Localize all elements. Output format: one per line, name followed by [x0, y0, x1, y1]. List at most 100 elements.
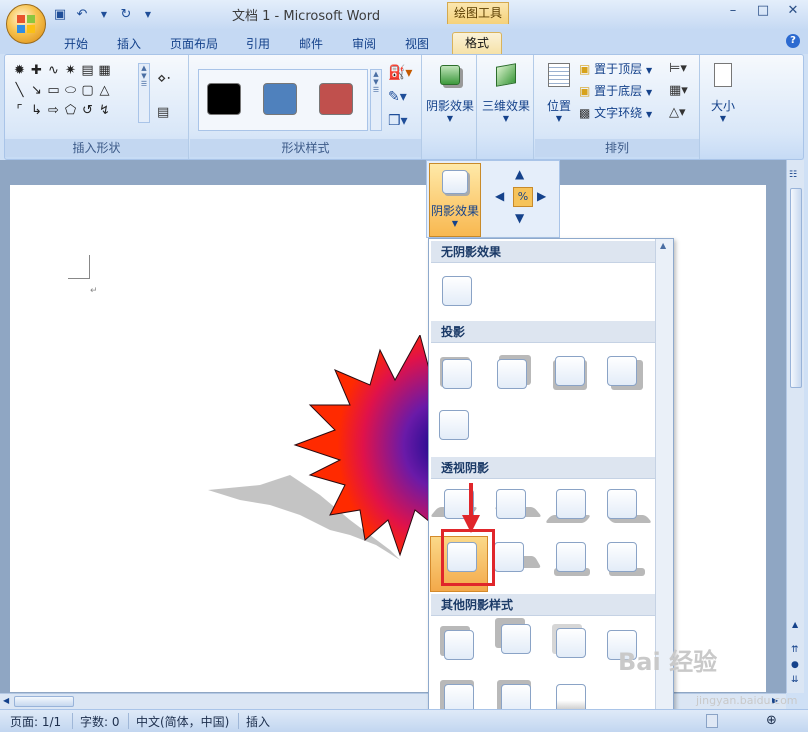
horizontal-scroll-thumb[interactable] [14, 696, 74, 707]
shadow-option-drop-3[interactable] [551, 352, 587, 390]
shadow-option-other-1[interactable] [440, 626, 476, 660]
shape-chevron-icon[interactable]: ↺ [79, 103, 96, 119]
shadow-effects-dropdown-label: 阴影效果 [430, 204, 479, 218]
align-icon[interactable]: ⊨▾ [669, 61, 687, 76]
style-gallery-scroll[interactable]: ▲ ▼ ☰ [370, 69, 382, 131]
shadow-option-persp-8[interactable] [603, 538, 645, 576]
shape-vertical-textbox-icon[interactable]: ▦ [96, 63, 113, 79]
tab-page-layout[interactable]: 页面布局 [170, 34, 218, 54]
shape-block-arrow-icon[interactable]: ⇨ [45, 103, 62, 119]
save-icon[interactable]: ▣ [52, 7, 68, 23]
shape-rounded-rect-icon[interactable]: ▢ [79, 83, 96, 99]
shape-lightning-icon[interactable]: ↯ [96, 103, 113, 119]
shape-arrow-line-icon[interactable]: ↘ [28, 83, 45, 99]
close-button[interactable]: ✕ [778, 0, 808, 22]
next-page-icon[interactable]: ⇊ [791, 675, 799, 685]
text-wrapping-button[interactable]: ▩ 文字环绕 ▼ [579, 103, 652, 123]
tab-references[interactable]: 引用 [246, 34, 270, 54]
office-button[interactable] [6, 4, 46, 44]
size-button[interactable]: 大小 ▼ [705, 59, 741, 123]
minimize-button[interactable]: – [718, 0, 748, 22]
shadow-option-persp-3[interactable] [544, 485, 592, 523]
shadow-option-drop-1[interactable] [438, 355, 474, 389]
tab-view[interactable]: 视图 [405, 34, 429, 54]
shadow-effects-dropdown-button[interactable]: 阴影效果 ▼ [429, 163, 481, 237]
tab-home[interactable]: 开始 [64, 34, 88, 54]
tab-review[interactable]: 审阅 [352, 34, 376, 54]
edit-points-icon[interactable]: ⋄⋅ [157, 69, 171, 87]
maximize-button[interactable]: □ [748, 0, 778, 22]
shadow-option-drop-2[interactable] [493, 355, 531, 389]
shape-rectangle-icon[interactable]: ▭ [45, 83, 62, 99]
undo-dropdown-icon[interactable]: ▼ [96, 7, 112, 23]
ruler-toggle-icon[interactable]: ☷ [789, 170, 797, 180]
shadow-option-drop-5[interactable] [435, 406, 471, 440]
shadow-option-drop-4[interactable] [603, 352, 643, 390]
help-icon[interactable]: ? [786, 34, 800, 48]
position-icon [548, 63, 570, 87]
shadow-option-other-3[interactable] [552, 624, 588, 658]
nudge-shadow-right-icon[interactable]: ▶ [537, 189, 546, 203]
change-shape-icon[interactable]: ❒▾ [388, 113, 408, 129]
status-language[interactable]: 中文(简体，中国) [136, 713, 229, 730]
shape-oval-icon[interactable]: ⬭ [62, 83, 79, 99]
shape-line-icon[interactable]: ╲ [11, 83, 28, 99]
chevron-down-icon: ▼ [451, 219, 459, 228]
prev-page-icon[interactable]: ⇈ [791, 645, 799, 655]
status-word-count[interactable]: 字数: 0 [80, 713, 120, 730]
nudge-shadow-down-icon[interactable]: ▼ [515, 211, 524, 225]
vertical-scroll-thumb[interactable] [790, 188, 802, 388]
shape-outline-icon[interactable]: ✎▾ [388, 89, 407, 105]
style-swatch-black[interactable] [207, 83, 241, 115]
status-page[interactable]: 页面: 1/1 [10, 713, 61, 730]
shape-triangle-icon[interactable]: △ [96, 83, 113, 99]
shape-explosion-icon[interactable]: ✷ [62, 63, 79, 79]
shadow-option-persp-6[interactable] [490, 538, 542, 572]
shadow-option-persp-4[interactable] [603, 485, 653, 523]
shadow-option-other-2[interactable] [495, 618, 533, 654]
gallery-scroll-up-icon[interactable]: ▲ [660, 241, 666, 250]
tab-mailings[interactable]: 邮件 [299, 34, 323, 54]
shape-textbox-icon[interactable]: ▤ [79, 63, 96, 79]
threed-effects-button[interactable]: 三维效果 ▼ [480, 59, 532, 123]
scroll-left-icon[interactable]: ◀ [3, 696, 9, 705]
send-to-back-icon: ▣ [579, 84, 591, 98]
position-button[interactable]: 位置 ▼ [539, 59, 579, 123]
shape-fill-icon[interactable]: ⛽▾ [388, 65, 412, 81]
bring-to-front-button[interactable]: ▣ 置于顶层 ▼ [579, 59, 652, 79]
group-objects-icon[interactable]: ▦▾ [669, 83, 688, 98]
shape-seal-icon[interactable]: ✹ [11, 63, 28, 79]
status-insert-mode[interactable]: 插入 [246, 713, 270, 730]
shape-cross-icon[interactable]: ✚ [28, 63, 45, 79]
shadow-toggle-icon[interactable]: % [513, 187, 533, 207]
watermark-url: jingyan.baidu.com [696, 694, 798, 707]
text-wrapping-label: 文字环绕 [594, 106, 643, 120]
nudge-shadow-left-icon[interactable]: ◀ [495, 189, 504, 203]
shadow-option-persp-2[interactable] [492, 485, 543, 519]
shape-elbow-connector-icon[interactable]: ⌜ [11, 103, 28, 119]
zoom-slider-thumb[interactable] [706, 714, 718, 728]
rotate-icon[interactable]: △▾ [669, 105, 686, 120]
shadow-option-none[interactable] [438, 272, 474, 306]
zoom-in-icon[interactable]: ⊕ [766, 713, 777, 728]
scroll-up-icon[interactable]: ▲ [792, 620, 798, 629]
shadow-option-persp-7[interactable] [552, 538, 590, 576]
customize-qat-icon[interactable]: ▼ [140, 7, 156, 23]
tab-format[interactable]: 格式 [452, 32, 503, 54]
browse-object-icon[interactable]: ● [791, 660, 799, 670]
shape-gallery-scroll[interactable]: ▲ ▼ ☰ [138, 63, 150, 123]
vertical-scrollbar[interactable]: ☷ ▲ ⇈ ● ⇊ [786, 160, 804, 693]
group-arrange: 位置 ▼ ▣ 置于顶层 ▼ ▣ 置于底层 ▼ ▩ 文字环绕 ▼ ⊨▾ ▦▾ △▾… [535, 55, 700, 159]
draw-textbox-icon[interactable]: ▤ [157, 105, 169, 120]
shape-pentagon-icon[interactable]: ⬠ [62, 103, 79, 119]
tab-insert[interactable]: 插入 [117, 34, 141, 54]
shadow-effects-button[interactable]: 阴影效果 ▼ [425, 59, 475, 123]
nudge-shadow-up-icon[interactable]: ▲ [515, 167, 524, 181]
style-swatch-red[interactable] [319, 83, 353, 115]
send-to-back-button[interactable]: ▣ 置于底层 ▼ [579, 81, 652, 101]
style-swatch-blue[interactable] [263, 83, 297, 115]
undo-icon[interactable]: ↶ [74, 7, 90, 23]
shape-elbow-arrow-icon[interactable]: ↳ [28, 103, 45, 119]
shape-wave-icon[interactable]: ∿ [45, 63, 62, 79]
redo-icon[interactable]: ↻ [118, 7, 134, 23]
